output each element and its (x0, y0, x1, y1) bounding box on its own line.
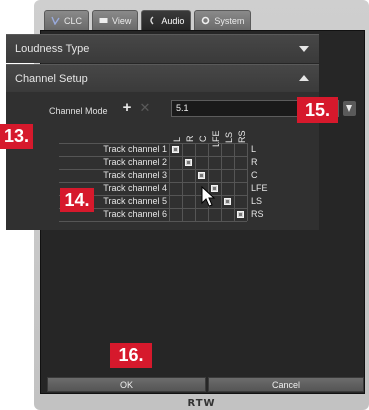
mode-dropdown-button[interactable] (343, 101, 356, 116)
routing-cell-5-ls[interactable] (224, 198, 231, 205)
callout-15: 15. (297, 97, 338, 123)
output-label-l: L (251, 144, 257, 154)
mouse-cursor-icon (201, 186, 216, 207)
column-header-rs: RS (237, 130, 247, 143)
delete-mode-button[interactable]: ✕ (138, 101, 152, 115)
view-icon (99, 18, 108, 23)
column-header-c: C (198, 135, 208, 143)
output-label-c: C (251, 170, 258, 180)
loudness-type-header[interactable]: Loudness Type (6, 34, 319, 63)
channel-setup-header[interactable]: Channel Setup (6, 64, 319, 93)
grid-line (169, 182, 247, 183)
tab-system[interactable]: System (194, 10, 252, 30)
column-header-l: L (172, 136, 182, 142)
tab-audio[interactable]: Audio (141, 10, 192, 30)
rtw-logo: RTW (187, 398, 216, 409)
tab-bar: CLC View Audio System (44, 10, 252, 30)
clc-icon (51, 16, 60, 25)
column-header-r: R (185, 135, 195, 143)
callout-13: 13. (0, 124, 33, 149)
column-header-ls: LS (224, 131, 234, 143)
routing-cell-2-r[interactable] (185, 159, 192, 166)
output-label-ls: LS (251, 196, 263, 206)
routing-cell-1-l[interactable] (172, 146, 179, 153)
grid-line (247, 143, 248, 221)
channel-mode-label: Channel Mode (49, 106, 108, 116)
channel-setup-title: Channel Setup (15, 73, 88, 85)
callout-16: 16. (110, 343, 152, 368)
tab-system-label: System (214, 15, 245, 26)
grid-line (169, 156, 247, 157)
callout-14: 14. (60, 188, 94, 212)
output-label-lfe: LFE (251, 183, 268, 193)
tab-view-label: View (112, 15, 132, 26)
track-channel-3-label: Track channel 3 (103, 170, 167, 180)
loudness-type-title: Loudness Type (15, 43, 90, 55)
audio-icon (150, 16, 154, 25)
tab-audio-label: Audio (161, 15, 185, 26)
routing-cell-3-c[interactable] (198, 172, 205, 179)
row-divider (59, 221, 172, 222)
gear-icon (202, 16, 210, 25)
add-mode-button[interactable]: + (120, 100, 134, 115)
chevron-down-icon[interactable] (299, 46, 309, 52)
grid-line (169, 169, 247, 170)
grid-line (169, 143, 247, 144)
grid-line (169, 221, 247, 222)
ok-button[interactable]: OK (47, 377, 206, 392)
grid-line (169, 208, 247, 209)
output-label-rs: RS (251, 209, 264, 219)
routing-cell-6-rs[interactable] (237, 211, 244, 218)
output-label-r: R (251, 157, 258, 167)
cancel-button[interactable]: Cancel (208, 377, 364, 392)
track-channel-2-label: Track channel 2 (103, 157, 167, 167)
tab-view[interactable]: View (92, 10, 139, 30)
tab-clc-label: CLC (64, 15, 83, 26)
track-channel-1-label: Track channel 1 (103, 144, 167, 154)
column-header-lfe: LFE (211, 130, 221, 147)
tab-clc[interactable]: CLC (44, 10, 90, 30)
chevron-up-icon[interactable] (299, 75, 309, 81)
